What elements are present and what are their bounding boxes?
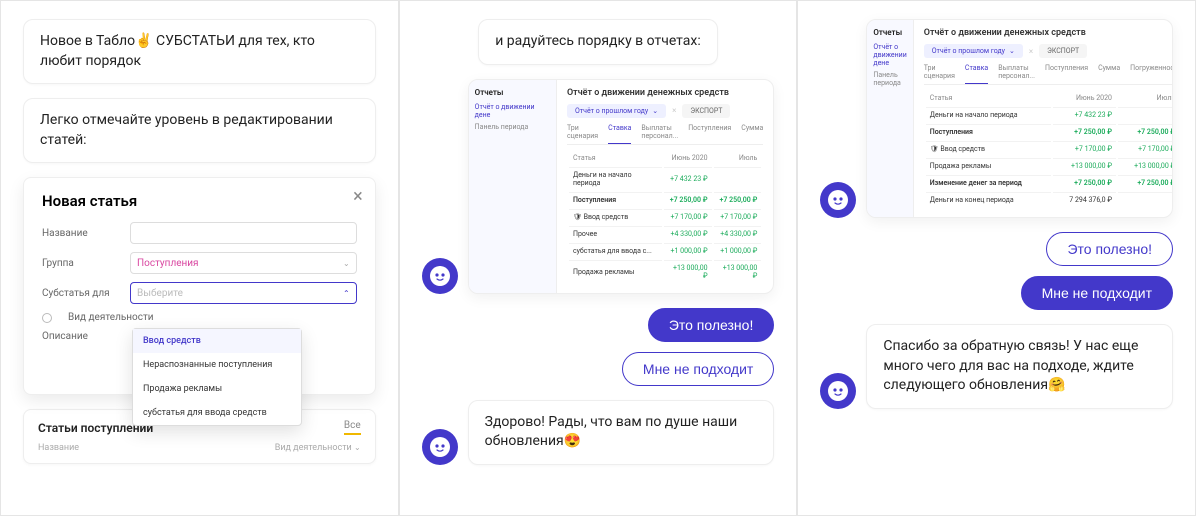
report-main: Отчёт о движении денежных средств Отчёт …: [557, 80, 773, 293]
chevron-down-icon: ⌄: [1009, 47, 1015, 55]
report-table: СтатьяИюнь 2020Июль Деньги на начало пер…: [567, 149, 763, 285]
tab[interactable]: Сумма: [1098, 64, 1120, 80]
row-name: Название: [42, 222, 357, 244]
select-substat[interactable]: Выберите ⌃: [130, 282, 357, 304]
chevron-down-icon: ⌄: [652, 107, 658, 115]
export-button[interactable]: ЭКСПОРТ: [1039, 44, 1087, 58]
label-desc: Описание: [42, 331, 120, 342]
bot-avatar-icon: [820, 182, 856, 218]
table-row: Деньги на конец периода7 294 376,0 ₽: [926, 192, 1173, 207]
row-activity: Вид деятельности: [42, 312, 357, 323]
table-row: Прочее+4 330,00 ₽+4 330,00 ₽: [569, 226, 761, 241]
not-fit-button[interactable]: Мне не подходит: [1021, 276, 1173, 310]
list-col-name: Название: [38, 443, 79, 453]
tab[interactable]: Сумма: [741, 124, 763, 140]
close-icon[interactable]: ×: [353, 186, 363, 207]
row-group: Группа Поступления ⌄: [42, 252, 357, 274]
message: и радуйтесь порядку в отчетах:: [478, 19, 718, 65]
period-chip[interactable]: Отчёт о прошлом году ⌄: [924, 44, 1023, 58]
chevron-down-icon: ⌄: [354, 443, 361, 452]
sidebar-link[interactable]: Отчёт о движении дене: [475, 103, 550, 119]
panel-1: Новое в Табло✌️ СУБСТАТЬИ для тех, кто л…: [0, 0, 399, 516]
label-group: Группа: [42, 258, 120, 269]
table-row: субстатья для ввода с...+1 000,00 ₽+1 00…: [569, 243, 761, 258]
dropdown-option[interactable]: Нераспознанные поступления: [133, 353, 301, 377]
tab[interactable]: Поступления: [688, 124, 731, 140]
dropdown-option[interactable]: Продажа рекламы: [133, 377, 301, 401]
label-name: Название: [42, 228, 120, 239]
bot-reply: Здорово! Рады, что вам по душе наши обно…: [468, 400, 775, 465]
table-row: Деньги на начало периода+7 432 23 ₽: [926, 107, 1173, 122]
bot-reply-row: Здорово! Рады, что вам по душе наши обно…: [422, 400, 775, 465]
label-activity: Вид деятельности: [68, 312, 154, 323]
tab[interactable]: Три сценария: [924, 64, 955, 80]
table-row: Изменение денег за период+7 250,00 ₽+7 2…: [926, 175, 1173, 190]
table-row: 🛡 Ввод средств+7 170,00 ₽+7 170,00 ₽: [926, 141, 1173, 156]
bot-message-row: Отчеты Отчёт о движении дене Панель пери…: [820, 19, 1173, 218]
report-sidebar: Отчеты Отчёт о движении дене Панель пери…: [469, 80, 557, 293]
bot-reply-row: Спасибо за обратную связь! У нас еще мно…: [820, 324, 1173, 409]
dropdown-option[interactable]: субстатья для ввода средств: [133, 401, 301, 425]
table-row: Поступления+7 250,00 ₽+7 250,00 ₽: [569, 192, 761, 207]
tab-active[interactable]: Ставка: [965, 64, 988, 84]
table-row: Поступления+7 250,00 ₽+7 250,00 ₽: [926, 124, 1173, 139]
report-preview: Отчеты Отчёт о движении дене Панель пери…: [468, 79, 775, 294]
row-substat: Субстатья для Выберите ⌃: [42, 282, 357, 304]
tab[interactable]: Выплаты персонал...: [998, 64, 1035, 80]
bot-avatar-icon: [422, 258, 458, 294]
not-fit-button[interactable]: Мне не подходит: [622, 352, 774, 386]
select-group[interactable]: Поступления ⌄: [130, 252, 357, 274]
intro-message-2: Легко отмечайте уровень в редактировании…: [23, 98, 376, 163]
bot-message-row: Отчеты Отчёт о движении дене Панель пери…: [422, 79, 775, 294]
table-row: Продажа рекламы+13 000,00 ₽+13 000,00 ₽: [569, 260, 761, 283]
chevron-up-icon: ⌃: [343, 289, 350, 298]
table-row: Продажа рекламы+13 000,00 ₽+13 000,00 ₽: [926, 158, 1173, 173]
label-substat: Субстатья для: [42, 288, 120, 299]
sidebar-link[interactable]: Отчёт о движении дене: [873, 43, 906, 67]
panel-3: Отчеты Отчёт о движении дене Панель пери…: [797, 0, 1196, 516]
bot-avatar-icon: [422, 429, 458, 465]
tab-active[interactable]: Ставка: [608, 124, 631, 144]
useful-button[interactable]: Это полезно!: [648, 308, 775, 342]
radio-icon[interactable]: [42, 313, 52, 323]
tab[interactable]: Поступления: [1045, 64, 1088, 80]
tab[interactable]: Погруженность: [1130, 64, 1173, 80]
chevron-down-icon: ⌄: [343, 259, 350, 268]
list-filter-all[interactable]: Все: [344, 420, 361, 435]
table-row: 🛡 Ввод средств+7 170,00 ₽+7 170,00 ₽: [569, 209, 761, 224]
list-col-activity: Вид деятельности ⌄: [275, 443, 361, 453]
report-table: СтатьяИюнь 2020Июль Деньги на начало пер…: [924, 89, 1173, 209]
report-tabs: Три сценария Ставка Выплаты персонал... …: [567, 124, 763, 145]
tab[interactable]: Выплаты персонал...: [641, 124, 678, 140]
useful-button[interactable]: Это полезно!: [1046, 232, 1173, 266]
report-preview: Отчеты Отчёт о движении дене Панель пери…: [866, 19, 1173, 218]
report-main: Отчёт о движении денежных средств Отчёт …: [914, 20, 1173, 217]
period-chip[interactable]: Отчёт о прошлом году ⌄: [567, 104, 666, 118]
form-title: Новая статья: [42, 192, 357, 210]
panel-2: и радуйтесь порядку в отчетах: Отчеты От…: [399, 0, 798, 516]
input-name[interactable]: [130, 222, 357, 244]
export-button[interactable]: ЭКСПОРТ: [682, 104, 730, 118]
dropdown-option[interactable]: Ввод средств: [133, 329, 301, 353]
table-row: Деньги на начало периода+7 432 23 ₽: [569, 167, 761, 190]
intro-message-1: Новое в Табло✌️ СУБСТАТЬИ для тех, кто л…: [23, 19, 376, 84]
report-sidebar: Отчеты Отчёт о движении дене Панель пери…: [867, 20, 913, 217]
substat-dropdown: Ввод средств Нераспознанные поступления …: [132, 328, 302, 426]
report-tabs: Три сценария Ставка Выплаты персонал... …: [924, 64, 1173, 85]
new-article-form: × Новая статья Название Группа Поступлен…: [23, 177, 376, 395]
report-title: Отчёт о движении денежных средств: [567, 88, 763, 98]
bot-avatar-icon: [820, 373, 856, 409]
report-title: Отчёт о движении денежных средств: [924, 28, 1173, 38]
tab[interactable]: Три сценария: [567, 124, 598, 140]
bot-reply: Спасибо за обратную связь! У нас еще мно…: [866, 324, 1173, 409]
